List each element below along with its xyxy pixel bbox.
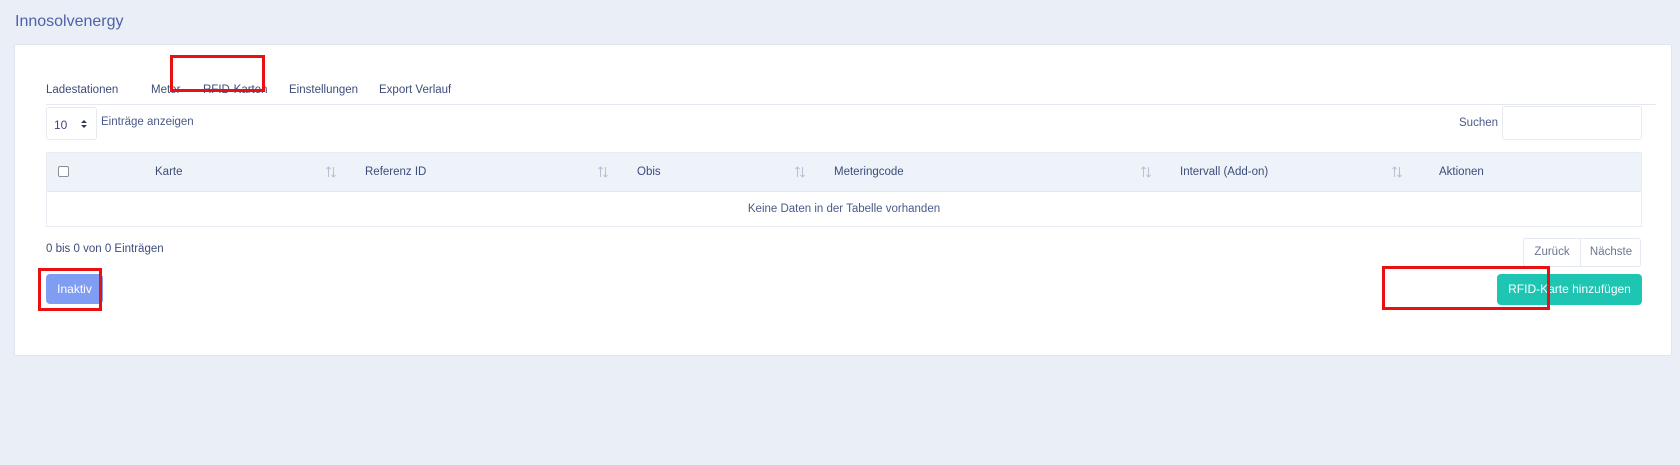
tab-export-verlauf[interactable]: Export Verlauf — [379, 75, 451, 105]
pagination-prev-button[interactable]: Zurück — [1524, 239, 1580, 266]
column-header-referenz-id[interactable]: Referenz ID — [365, 153, 426, 192]
column-header-meteringcode[interactable]: Meteringcode — [834, 153, 904, 192]
sort-icon — [1141, 166, 1151, 178]
inaktiv-button[interactable]: Inaktiv — [46, 274, 103, 304]
table-info: 0 bis 0 von 0 Einträgen — [46, 243, 164, 255]
entries-per-page-select[interactable]: 10 — [46, 107, 97, 140]
pagination-next-button[interactable]: Nächste — [1581, 239, 1641, 266]
tab-meter[interactable]: Meter — [151, 75, 180, 105]
rfid-table: Karte Referenz ID Obis Meteringcode Inte… — [46, 152, 1642, 227]
app-title: Innosolvenergy — [15, 13, 124, 30]
sort-icon — [795, 166, 805, 178]
search-input[interactable] — [1502, 106, 1642, 140]
pagination: Zurück Nächste — [1523, 238, 1641, 267]
search-label: Suchen — [1459, 117, 1499, 129]
sort-icon — [326, 166, 336, 178]
column-header-intervall[interactable]: Intervall (Add-on) — [1180, 153, 1268, 192]
column-header-aktionen: Aktionen — [1439, 166, 1484, 178]
tab-einstellungen[interactable]: Einstellungen — [289, 75, 358, 105]
tab-ladestationen[interactable]: Ladestationen — [46, 75, 118, 105]
sort-icon — [1392, 166, 1402, 178]
entries-per-page-label: Einträge anzeigen — [101, 116, 194, 128]
select-all-checkbox[interactable] — [58, 166, 69, 177]
column-header-karte[interactable]: Karte — [155, 153, 183, 192]
select-arrows-icon — [81, 120, 87, 128]
entries-per-page-value: 10 — [54, 118, 68, 132]
table-header: Karte Referenz ID Obis Meteringcode Inte… — [47, 153, 1641, 192]
add-rfid-card-button[interactable]: RFID-Karte hinzufügen — [1497, 274, 1642, 305]
tab-rfid-karten[interactable]: RFID-Karten — [203, 75, 268, 105]
sort-icon — [598, 166, 608, 178]
main-card: Ladestationen Meter RFID-Karten Einstell… — [14, 44, 1672, 356]
table-empty-message: Keine Daten in der Tabelle vorhanden — [747, 203, 941, 215]
column-header-obis[interactable]: Obis — [637, 153, 661, 192]
tab-bar: Ladestationen Meter RFID-Karten Einstell… — [46, 75, 1656, 105]
